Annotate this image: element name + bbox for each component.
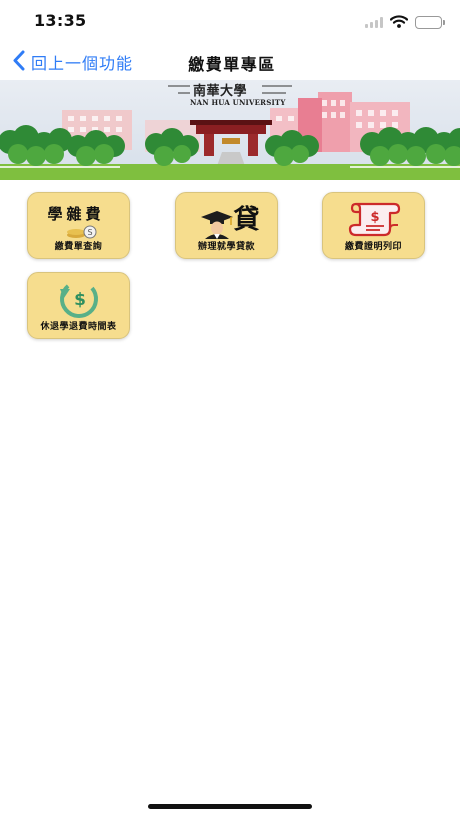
refund-dollar-icon: $: [28, 277, 129, 321]
svg-text:$: $: [370, 210, 379, 225]
page-title: 繳費單專區: [188, 55, 276, 74]
graduate-loan-icon-text: 貸: [233, 205, 260, 235]
tile-label: 繳費單查詢: [54, 242, 103, 252]
navigation-bar: 回上一個功能 繳費單專區: [0, 44, 460, 80]
banner-title: 南華大學: [193, 84, 248, 99]
svg-text:S: S: [87, 228, 92, 237]
tile-label: 辦理就學貸款: [197, 242, 255, 252]
status-time: 13:35: [34, 11, 87, 30]
cellular-signal-icon: [365, 17, 383, 28]
banner-subtitle: NAN HUA UNIVERSITY: [190, 98, 286, 107]
graduate-loan-icon: 貸: [176, 197, 277, 241]
status-bar: 13:35: [0, 0, 460, 44]
tuition-fee-icon: 學雜費 S: [28, 197, 129, 241]
tuition-fee-icon-text: 學雜費: [47, 205, 105, 223]
tile-label: 休退學退費時間表: [40, 322, 117, 332]
svg-text:$: $: [74, 290, 86, 310]
wifi-icon: [389, 13, 409, 32]
payment-certificate-button[interactable]: $ 繳費證明列印: [322, 192, 425, 259]
tile-label: 繳費證明列印: [344, 242, 402, 252]
home-indicator[interactable]: [148, 804, 312, 809]
receipt-scroll-icon: $: [323, 197, 424, 241]
battery-icon: [415, 16, 445, 29]
refund-schedule-button[interactable]: $ 休退學退費時間表: [27, 272, 130, 339]
student-loan-button[interactable]: 貸 辦理就學貸款: [175, 192, 278, 259]
campus-banner: 南華大學 NAN HUA UNIVERSITY: [0, 80, 460, 180]
fee-inquiry-button[interactable]: 學雜費 S 繳費單查詢: [27, 192, 130, 259]
status-icons: [365, 13, 445, 32]
